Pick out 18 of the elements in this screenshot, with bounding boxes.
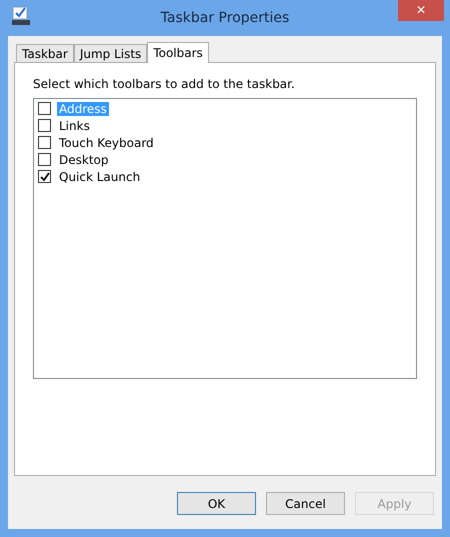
list-item[interactable]: Quick Launch — [57, 170, 142, 184]
tab[interactable]: Toolbars — [147, 42, 209, 63]
checkbox[interactable] — [38, 170, 51, 183]
checkbox[interactable] — [38, 153, 51, 166]
list-item[interactable]: Desktop — [57, 152, 110, 166]
list-item[interactable]: Links — [57, 118, 92, 132]
dialog-button[interactable]: Cancel — [266, 492, 345, 515]
tab[interactable]: Taskbar — [16, 44, 74, 62]
instruction-text: Select which toolbars to add to the taskbar. — [33, 77, 296, 91]
tab[interactable]: Jump Lists — [74, 44, 148, 62]
checkbox[interactable] — [38, 136, 51, 149]
checkbox[interactable] — [38, 102, 51, 115]
list-item[interactable]: Touch Keyboard — [57, 136, 156, 150]
window-title: Taskbar Properties — [160, 10, 290, 26]
close-button[interactable]: × — [398, 0, 444, 21]
checkbox[interactable] — [38, 119, 51, 132]
dialog-button[interactable]: OK — [177, 492, 256, 515]
checkbox-app-icon — [12, 6, 30, 26]
